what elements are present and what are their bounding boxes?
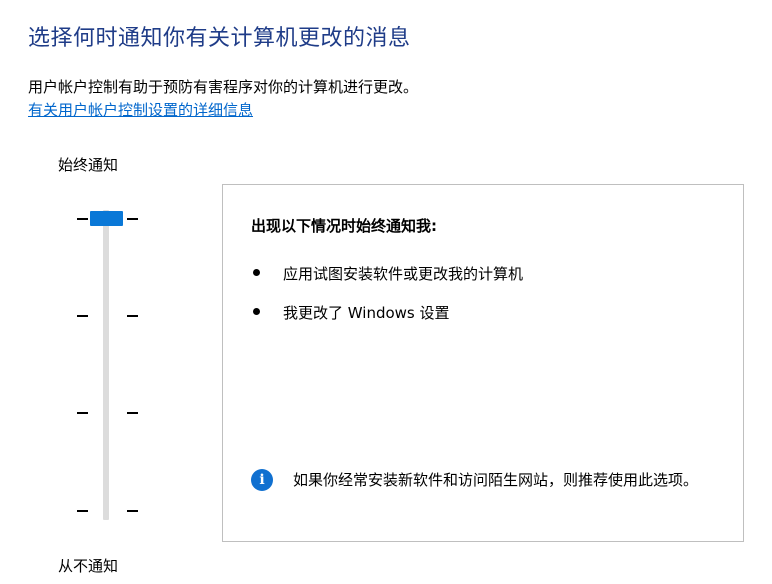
page-description: 用户帐户控制有助于预防有害程序对你的计算机进行更改。 xyxy=(28,78,419,96)
bullet-text: 应用试图安装软件或更改我的计算机 xyxy=(283,265,524,283)
slider-bottom-label: 从不通知 xyxy=(58,557,119,575)
notification-level-slider[interactable] xyxy=(70,200,150,530)
slider-tick-left-1 xyxy=(77,218,88,220)
slider-tick-right-4 xyxy=(127,510,138,512)
slider-track[interactable] xyxy=(103,210,109,520)
slider-tick-right-1 xyxy=(127,218,138,220)
slider-tick-left-2 xyxy=(77,315,88,317)
slider-thumb[interactable] xyxy=(90,211,123,226)
bullet-icon xyxy=(253,308,260,315)
list-item: 应用试图安装软件或更改我的计算机 xyxy=(253,263,523,284)
slider-tick-left-4 xyxy=(77,510,88,512)
bullet-text: 我更改了 Windows 设置 xyxy=(283,304,450,322)
level-description-panel: 出现以下情况时始终通知我: 应用试图安装软件或更改我的计算机 我更改了 Wind… xyxy=(222,184,744,542)
list-item: 我更改了 Windows 设置 xyxy=(253,302,450,323)
panel-heading: 出现以下情况时始终通知我: xyxy=(251,217,437,235)
info-text: 如果你经常安装新软件和访问陌生网站，则推荐使用此选项。 xyxy=(293,471,699,489)
info-icon: i xyxy=(251,469,273,491)
slider-tick-left-3 xyxy=(77,412,88,414)
bullet-icon xyxy=(253,269,260,276)
page-title: 选择何时通知你有关计算机更改的消息 xyxy=(28,26,411,51)
uac-details-link[interactable]: 有关用户帐户控制设置的详细信息 xyxy=(28,99,253,120)
slider-tick-right-2 xyxy=(127,315,138,317)
slider-tick-right-3 xyxy=(127,412,138,414)
uac-settings-page: 选择何时通知你有关计算机更改的消息 用户帐户控制有助于预防有害程序对你的计算机进… xyxy=(0,0,772,584)
slider-top-label: 始终通知 xyxy=(58,156,119,174)
